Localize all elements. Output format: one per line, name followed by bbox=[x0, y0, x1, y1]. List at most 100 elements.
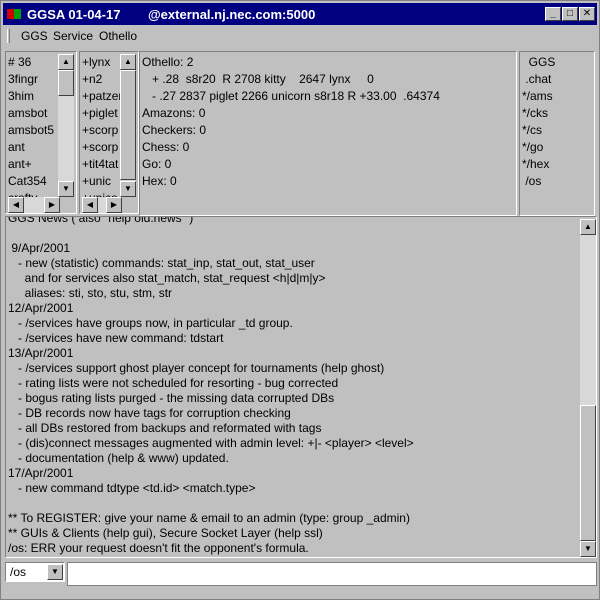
news-line: - documentation (help & www) updated. bbox=[8, 451, 229, 465]
info-line: Checkers: 0 bbox=[142, 123, 207, 137]
info-line: Chess: 0 bbox=[142, 140, 190, 154]
news-line: - bogus rating lists purged - the missin… bbox=[8, 391, 335, 405]
news-line: 17/Apr/2001 bbox=[8, 466, 74, 480]
minimize-button[interactable]: _ bbox=[545, 7, 561, 21]
menu-othello[interactable]: Othello bbox=[99, 29, 137, 43]
prefix-value: /os bbox=[10, 565, 27, 579]
scroll-down-icon[interactable]: ▼ bbox=[120, 181, 136, 197]
scroll-left-icon[interactable]: ◀ bbox=[8, 197, 24, 213]
users-vscrollbar[interactable]: ▲ ▼ bbox=[58, 54, 74, 197]
news-line: ** GUIs & Clients (help gui), Secure Soc… bbox=[8, 526, 323, 540]
scroll-down-icon[interactable]: ▼ bbox=[580, 541, 596, 557]
scroll-down-icon[interactable]: ▼ bbox=[58, 181, 74, 197]
info-line: Go: 0 bbox=[142, 157, 172, 171]
service-item[interactable]: GGS bbox=[522, 54, 556, 71]
info-line: - .27 2837 piglet 2266 unicorn s8r18 R +… bbox=[142, 89, 440, 103]
news-text: GGS News ( also "help old.news" ) 9/Apr/… bbox=[8, 216, 414, 556]
news-line: - all DBs restored from backups and refo… bbox=[8, 421, 322, 435]
game-item[interactable]: +scorp bbox=[82, 122, 122, 139]
news-line bbox=[8, 226, 414, 241]
info-line: Hex: 0 bbox=[142, 174, 177, 188]
user-item[interactable]: 3fingr bbox=[8, 71, 54, 88]
games-list-items[interactable]: +lynx +n2 +patzer +piglet +scorp +scorp +tit4t… bbox=[82, 54, 122, 207]
info-line: Othello: 2 bbox=[142, 55, 194, 69]
menu-grip bbox=[7, 29, 10, 43]
game-item[interactable]: +tit4tat bbox=[82, 156, 122, 173]
menu-service[interactable]: Service bbox=[53, 29, 93, 43]
service-item[interactable]: */go bbox=[522, 139, 555, 156]
news-output: GGS News ( also "help old.news" ) 9/Apr/… bbox=[5, 216, 597, 558]
news-line: - rating lists were not scheduled for re… bbox=[8, 376, 339, 390]
games-vscrollbar[interactable]: ▲ ▼ bbox=[120, 54, 136, 197]
window-host: @external.nj.nec.com:5000 bbox=[148, 7, 316, 22]
service-item[interactable]: */hex bbox=[522, 156, 555, 173]
news-line: - /services have groups now, in particul… bbox=[8, 316, 293, 330]
user-item[interactable]: ant bbox=[8, 139, 54, 156]
news-line: - new command tdtype <td.id> <match.type… bbox=[8, 481, 256, 495]
user-item[interactable]: Cat354 bbox=[8, 173, 54, 190]
game-item[interactable]: +patzer bbox=[82, 88, 122, 105]
scroll-left-icon[interactable]: ◀ bbox=[82, 197, 98, 213]
maximize-button[interactable]: □ bbox=[562, 7, 578, 21]
games-list[interactable]: +lynx +n2 +patzer +piglet +scorp +scorp +tit4t… bbox=[79, 51, 139, 214]
game-item[interactable]: +n2 bbox=[82, 71, 122, 88]
service-list[interactable]: GGS .chat */ams */cks */cs */go */hex /os bbox=[519, 51, 595, 216]
users-list-items[interactable]: # 36 3fingr 3him amsbot amsbot5 ant ant+ Cat354… bbox=[8, 54, 54, 207]
news-line: 12/Apr/2001 bbox=[8, 301, 74, 315]
service-item[interactable]: */ams bbox=[522, 88, 555, 105]
window-title: GGSA 01-04-17 bbox=[27, 7, 121, 22]
close-button[interactable]: ✕ bbox=[579, 7, 595, 21]
news-line: - /services support ghost player concept… bbox=[8, 361, 385, 375]
menu-bar: GGS Service Othello bbox=[3, 26, 597, 46]
info-line: Amazons: 0 bbox=[142, 106, 206, 120]
game-item[interactable]: +scorp bbox=[82, 139, 122, 156]
app-icon[interactable] bbox=[7, 7, 23, 21]
service-item[interactable]: */cks bbox=[522, 105, 555, 122]
scroll-up-icon[interactable]: ▲ bbox=[120, 54, 136, 70]
service-list-items[interactable]: GGS .chat */ams */cks */cs */go */hex /os bbox=[522, 54, 555, 190]
news-line: GGS News ( also "help old.news" ) bbox=[8, 216, 194, 225]
chevron-down-icon[interactable]: ▼ bbox=[47, 564, 63, 580]
user-item[interactable]: 3him bbox=[8, 88, 54, 105]
news-line: aliases: sti, sto, stu, stm, str bbox=[8, 286, 173, 300]
scroll-thumb[interactable] bbox=[120, 70, 136, 180]
service-item[interactable]: .chat bbox=[522, 71, 555, 88]
news-line: - new (statistic) commands: stat_inp, st… bbox=[8, 256, 315, 270]
scroll-up-icon[interactable]: ▲ bbox=[58, 54, 74, 70]
user-item[interactable]: ant+ bbox=[8, 156, 54, 173]
game-item[interactable]: +unic bbox=[82, 173, 122, 190]
game-item[interactable]: +piglet bbox=[82, 105, 122, 122]
prefix-select[interactable]: /os ▼ bbox=[5, 562, 65, 582]
scroll-right-icon[interactable]: ▶ bbox=[106, 197, 122, 213]
users-list[interactable]: # 36 3fingr 3him amsbot amsbot5 ant ant+ Cat354… bbox=[5, 51, 77, 214]
scroll-thumb[interactable] bbox=[580, 405, 596, 541]
game-item[interactable]: +lynx bbox=[82, 54, 122, 71]
input-bar: /os ▼ bbox=[5, 561, 597, 587]
games-hscrollbar[interactable]: ◀ ▶ bbox=[82, 197, 122, 213]
scroll-thumb[interactable] bbox=[58, 70, 74, 96]
user-item[interactable]: amsbot bbox=[8, 105, 54, 122]
command-input[interactable] bbox=[67, 562, 597, 586]
news-line: ** To REGISTER: give your name & email t… bbox=[8, 511, 410, 525]
news-vscrollbar[interactable]: ▲ ▼ bbox=[580, 219, 596, 557]
news-line: - (dis)connect messages augmented with a… bbox=[8, 436, 414, 450]
news-line: 9/Apr/2001 bbox=[8, 241, 71, 255]
scroll-right-icon[interactable]: ▶ bbox=[44, 197, 60, 213]
news-line: 13/Apr/2001 bbox=[8, 346, 74, 360]
scroll-up-icon[interactable]: ▲ bbox=[580, 219, 596, 235]
user-item[interactable]: amsbot5 bbox=[8, 122, 54, 139]
service-item[interactable]: /os bbox=[522, 173, 555, 190]
service-item[interactable]: */cs bbox=[522, 122, 555, 139]
title-bar[interactable]: GGSA 01-04-17 @external.nj.nec.com:5000 … bbox=[3, 3, 597, 25]
menu-ggs[interactable]: GGS bbox=[21, 29, 48, 43]
news-line bbox=[8, 496, 414, 511]
game-info-panel: Othello: 2 + .28 s8r20 R 2708 kitty 2647… bbox=[139, 51, 517, 216]
user-item[interactable]: # 36 bbox=[8, 54, 54, 71]
users-hscrollbar[interactable]: ◀ ▶ bbox=[8, 197, 60, 213]
news-line: and for services also stat_match, stat_r… bbox=[8, 271, 326, 285]
news-line: /os: ERR your request doesn't fit the op… bbox=[8, 541, 309, 555]
main-window: GGSA 01-04-17 @external.nj.nec.com:5000 … bbox=[0, 0, 600, 600]
news-line: - /services have new command: tdstart bbox=[8, 331, 224, 345]
news-line: - DB records now have tags for corruptio… bbox=[8, 406, 291, 420]
game-info-text: Othello: 2 + .28 s8r20 R 2708 kitty 2647… bbox=[142, 54, 440, 190]
